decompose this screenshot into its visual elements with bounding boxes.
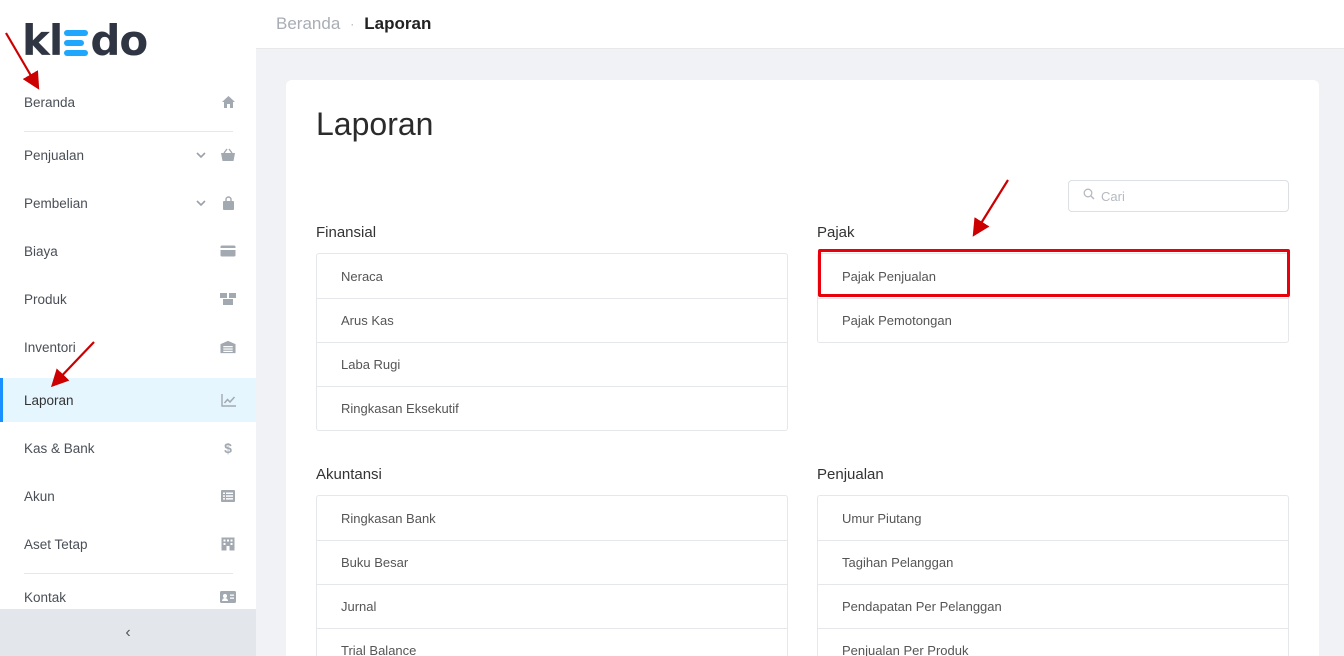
sidebar-item-label: Produk <box>24 291 67 307</box>
logo-e-mark <box>64 30 89 56</box>
breadcrumb-current: Laporan <box>364 14 432 33</box>
report-link-arus-kas[interactable]: Arus Kas <box>317 298 787 342</box>
report-link-tagihan-pelanggan[interactable]: Tagihan Pelanggan <box>818 540 1288 584</box>
report-link-ringkasan-bank[interactable]: Ringkasan Bank <box>317 496 787 540</box>
sidebar-item-inventori[interactable]: Inventori <box>0 325 256 369</box>
sidebar-divider <box>24 131 233 132</box>
breadcrumb-separator: · <box>350 17 355 31</box>
bag-icon <box>220 195 236 211</box>
basket-icon <box>220 147 236 163</box>
home-icon <box>220 94 236 110</box>
report-link-pendapatan-per-pelanggan[interactable]: Pendapatan Per Pelanggan <box>818 584 1288 628</box>
breadcrumb-home-link[interactable]: Beranda <box>276 14 340 34</box>
boxes-icon <box>220 291 236 307</box>
credit-card-icon <box>220 243 236 259</box>
sidebar-item-label: Inventori <box>24 339 76 355</box>
sidebar-item-beranda[interactable]: Beranda <box>0 80 256 124</box>
search-input[interactable] <box>1101 188 1281 204</box>
report-list: Ringkasan Bank Buku Besar Jurnal Trial B… <box>316 495 788 656</box>
logo-text-prefix: kl <box>22 15 63 65</box>
section-pajak: Pajak Pajak Penjualan Pajak Pemotongan <box>817 223 1289 343</box>
sidebar-divider <box>24 573 233 574</box>
search-icon <box>1083 187 1095 205</box>
section-title: Finansial <box>316 224 377 241</box>
report-link-buku-besar[interactable]: Buku Besar <box>317 540 787 584</box>
report-link-penjualan-per-produk[interactable]: Penjualan Per Produk <box>818 628 1288 656</box>
sidebar-item-label: Beranda <box>24 94 76 110</box>
sidebar-item-akun[interactable]: Akun <box>0 474 256 518</box>
sidebar-item-label: Laporan <box>24 392 74 408</box>
sidebar-item-label: Kontak <box>24 589 67 605</box>
chevron-down-icon <box>194 148 208 162</box>
sidebar-item-biaya[interactable]: Biaya <box>0 229 256 273</box>
section-finansial: Finansial Neraca Arus Kas Laba Rugi Ring… <box>316 223 788 431</box>
sidebar-item-label: Biaya <box>24 243 58 259</box>
building-icon <box>220 536 236 552</box>
kledo-logo[interactable]: kl do <box>22 15 148 65</box>
section-title: Pajak <box>817 224 855 241</box>
section-title: Penjualan <box>817 466 884 483</box>
sidebar-item-kas-bank[interactable]: Kas & Bank $ <box>0 426 256 470</box>
reports-card: Laporan Finansial Neraca Arus Kas Laba R… <box>286 80 1319 656</box>
sidebar-item-penjualan[interactable]: Penjualan <box>0 133 256 177</box>
search-box[interactable] <box>1068 180 1289 212</box>
warehouse-icon <box>220 339 236 355</box>
sidebar-item-produk[interactable]: Produk <box>0 277 256 321</box>
sidebar-collapse-button[interactable]: ‹ <box>0 609 256 656</box>
sidebar-item-label: Penjualan <box>24 147 85 163</box>
report-link-pajak-pemotongan[interactable]: Pajak Pemotongan <box>818 298 1288 342</box>
sidebar-item-label: Aset Tetap <box>24 536 88 552</box>
report-list: Neraca Arus Kas Laba Rugi Ringkasan Ekse… <box>316 253 788 431</box>
report-link-umur-piutang[interactable]: Umur Piutang <box>818 496 1288 540</box>
sidebar-item-pembelian[interactable]: Pembelian <box>0 181 256 225</box>
section-akuntansi: Akuntansi Ringkasan Bank Buku Besar Jurn… <box>316 465 788 656</box>
breadcrumb: Beranda · Laporan <box>256 0 1344 49</box>
report-list: Pajak Penjualan Pajak Pemotongan <box>817 253 1289 343</box>
sidebar-item-laporan[interactable]: Laporan <box>0 378 256 422</box>
list-icon <box>220 488 236 504</box>
report-link-jurnal[interactable]: Jurnal <box>317 584 787 628</box>
report-link-neraca[interactable]: Neraca <box>317 254 787 298</box>
report-link-ringkasan-eksekutif[interactable]: Ringkasan Eksekutif <box>317 386 787 430</box>
sidebar-item-label: Pembelian <box>24 195 88 211</box>
page-title: Laporan <box>316 106 434 142</box>
logo-text-suffix: do <box>90 15 148 65</box>
chevron-left-icon: ‹ <box>125 623 131 641</box>
section-penjualan: Penjualan Umur Piutang Tagihan Pelanggan… <box>817 465 1289 656</box>
sidebar-item-aset-tetap[interactable]: Aset Tetap <box>0 522 256 566</box>
contact-card-icon <box>220 589 236 605</box>
report-link-trial-balance[interactable]: Trial Balance <box>317 628 787 656</box>
chevron-down-icon <box>194 196 208 210</box>
sidebar-item-label: Akun <box>24 488 55 504</box>
dollar-icon: $ <box>224 440 232 456</box>
report-link-laba-rugi[interactable]: Laba Rugi <box>317 342 787 386</box>
report-list: Umur Piutang Tagihan Pelanggan Pendapata… <box>817 495 1289 656</box>
report-link-pajak-penjualan[interactable]: Pajak Penjualan <box>818 254 1288 298</box>
section-title: Akuntansi <box>316 466 382 483</box>
sidebar: kl do Beranda Penjualan Pembelian Biaya <box>0 0 256 656</box>
chart-line-icon <box>220 392 236 408</box>
sidebar-item-label: Kas & Bank <box>24 440 95 456</box>
